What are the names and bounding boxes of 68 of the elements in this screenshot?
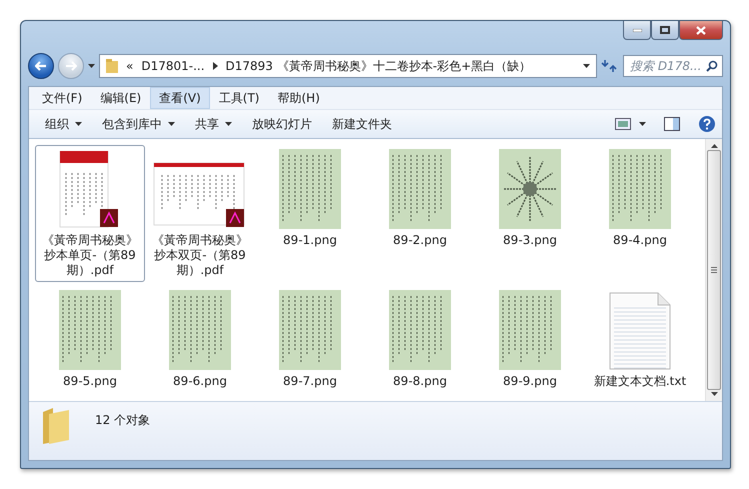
folder-icon [41,406,71,446]
maximize-button[interactable] [651,21,679,40]
file-name: 89-2.png [392,233,448,248]
file-name: 《黃帝周书秘奥》抄本单页-（第89期）.pdf [42,233,138,278]
file-item[interactable]: 89-7.png [255,286,365,393]
breadcrumb[interactable]: D17801-... [141,59,205,73]
caret-icon [75,122,82,126]
close-button[interactable] [679,21,723,40]
menu-item[interactable]: 查看(V) [150,87,210,109]
file-name: 89-7.png [282,374,338,389]
toolbar-button[interactable]: 共享 [185,113,242,135]
file-name: 89-3.png [502,233,558,248]
breadcrumb-overflow[interactable]: « [126,59,134,73]
menu-item[interactable]: 工具(T) [210,87,268,109]
file-name: 89-6.png [172,374,228,389]
file-name: 89-9.png [502,374,558,389]
scrollbar[interactable] [705,139,722,401]
scroll-down-icon [710,392,718,396]
caret-icon [583,64,590,68]
file-item[interactable]: 89-4.png [585,145,695,282]
refresh-icon[interactable] [601,57,619,75]
close-icon [696,26,706,34]
file-item[interactable]: 89-2.png [365,145,475,282]
grip-icon [711,267,717,273]
breadcrumb[interactable]: D17893 《黃帝周书秘奥》十二卷抄本-彩色+黑白（缺） [226,58,532,74]
file-item[interactable]: 《黃帝周书秘奥》抄本单页-（第89期）.pdf [35,145,145,282]
toolbar-button[interactable]: 新建文件夹 [322,113,402,135]
file-name: 89-5.png [62,374,118,389]
file-item[interactable]: 《黃帝周书秘奥》抄本双页-（第89期）.pdf [145,145,255,282]
caret-icon [88,64,95,68]
search-icon [706,60,718,72]
file-item[interactable]: 89-5.png [35,286,145,393]
file-item[interactable]: 89-9.png [475,286,585,393]
view-options-icon[interactable] [615,118,631,130]
scroll-up-icon [710,144,718,148]
chevron-icon [212,62,218,70]
back-button[interactable] [28,53,54,79]
search-field[interactable]: 搜索 D178... [623,55,723,77]
item-count: 12 个对象 [95,412,150,429]
file-name: 89-4.png [612,233,668,248]
toolbar-button[interactable]: 包含到库中 [92,113,185,135]
caret-icon [168,122,175,126]
maximize-icon [660,26,670,34]
menu-item[interactable]: 帮助(H) [268,87,329,109]
text-file-icon [608,292,672,370]
address-bar[interactable]: « D17801-... D17893 《黃帝周书秘奥》十二卷抄本-彩色+黑白（缺） [99,54,597,78]
file-item[interactable]: 新建文本文档.txt [585,286,695,393]
file-name: 89-8.png [392,374,448,389]
minimize-icon [632,28,642,32]
file-item[interactable]: 89-1.png [255,145,365,282]
menu-item[interactable]: 编辑(E) [91,87,150,109]
preview-pane-icon[interactable] [664,117,680,131]
help-icon[interactable] [698,115,716,133]
minimize-button[interactable] [623,21,651,40]
file-item[interactable]: 89-6.png [145,286,255,393]
file-item[interactable]: 89-8.png [365,286,475,393]
forward-arrow-icon [65,61,77,71]
file-name: 89-1.png [282,233,338,248]
folder-icon [106,59,118,73]
back-arrow-icon [35,61,47,71]
toolbar-button[interactable]: 放映幻灯片 [242,113,322,135]
file-item[interactable]: 89-3.png [475,145,585,282]
caret-icon [225,122,232,126]
caret-icon [639,122,646,126]
file-name: 《黃帝周书秘奥》抄本双页-（第89期）.pdf [152,233,248,278]
toolbar-button[interactable]: 组织 [35,113,92,135]
file-name: 新建文本文档.txt [592,374,688,389]
menu-item[interactable]: 文件(F) [33,87,92,109]
